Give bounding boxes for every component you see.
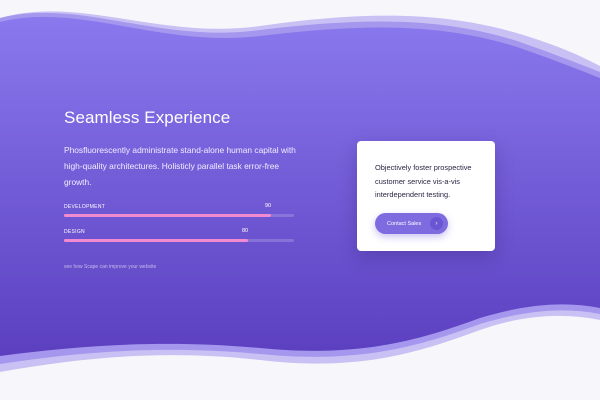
hero-content: Seamless Experience Phosfluorescently ad… (64, 108, 304, 273)
skill-design: DESIGN 80 (64, 228, 304, 242)
contact-sales-label: Contact Sales (387, 220, 422, 227)
chevron-right-icon: › (430, 217, 443, 230)
page-title: Seamless Experience (64, 108, 231, 127)
progress-track (64, 239, 294, 242)
progress-fill (64, 239, 248, 242)
card-text: Objectively foster prospective customer … (375, 163, 472, 199)
skill-value: 80 (242, 228, 249, 234)
progress-track (64, 214, 294, 217)
contact-card: Objectively foster prospective customer … (357, 141, 495, 251)
learn-more-link[interactable]: see how Scape can improve your website (64, 264, 156, 270)
hero-section: Seamless Experience Phosfluorescently ad… (0, 0, 600, 400)
progress-fill (64, 214, 271, 217)
skill-development: DEVELOPMENT 90 (64, 203, 304, 217)
contact-sales-button[interactable]: Contact Sales › (375, 213, 448, 234)
skill-value: 90 (265, 203, 272, 209)
skill-label: DESIGN (64, 229, 85, 235)
skill-label: DEVELOPMENT (64, 204, 106, 210)
hero-description: Phosfluorescently administrate stand-alo… (64, 145, 296, 187)
